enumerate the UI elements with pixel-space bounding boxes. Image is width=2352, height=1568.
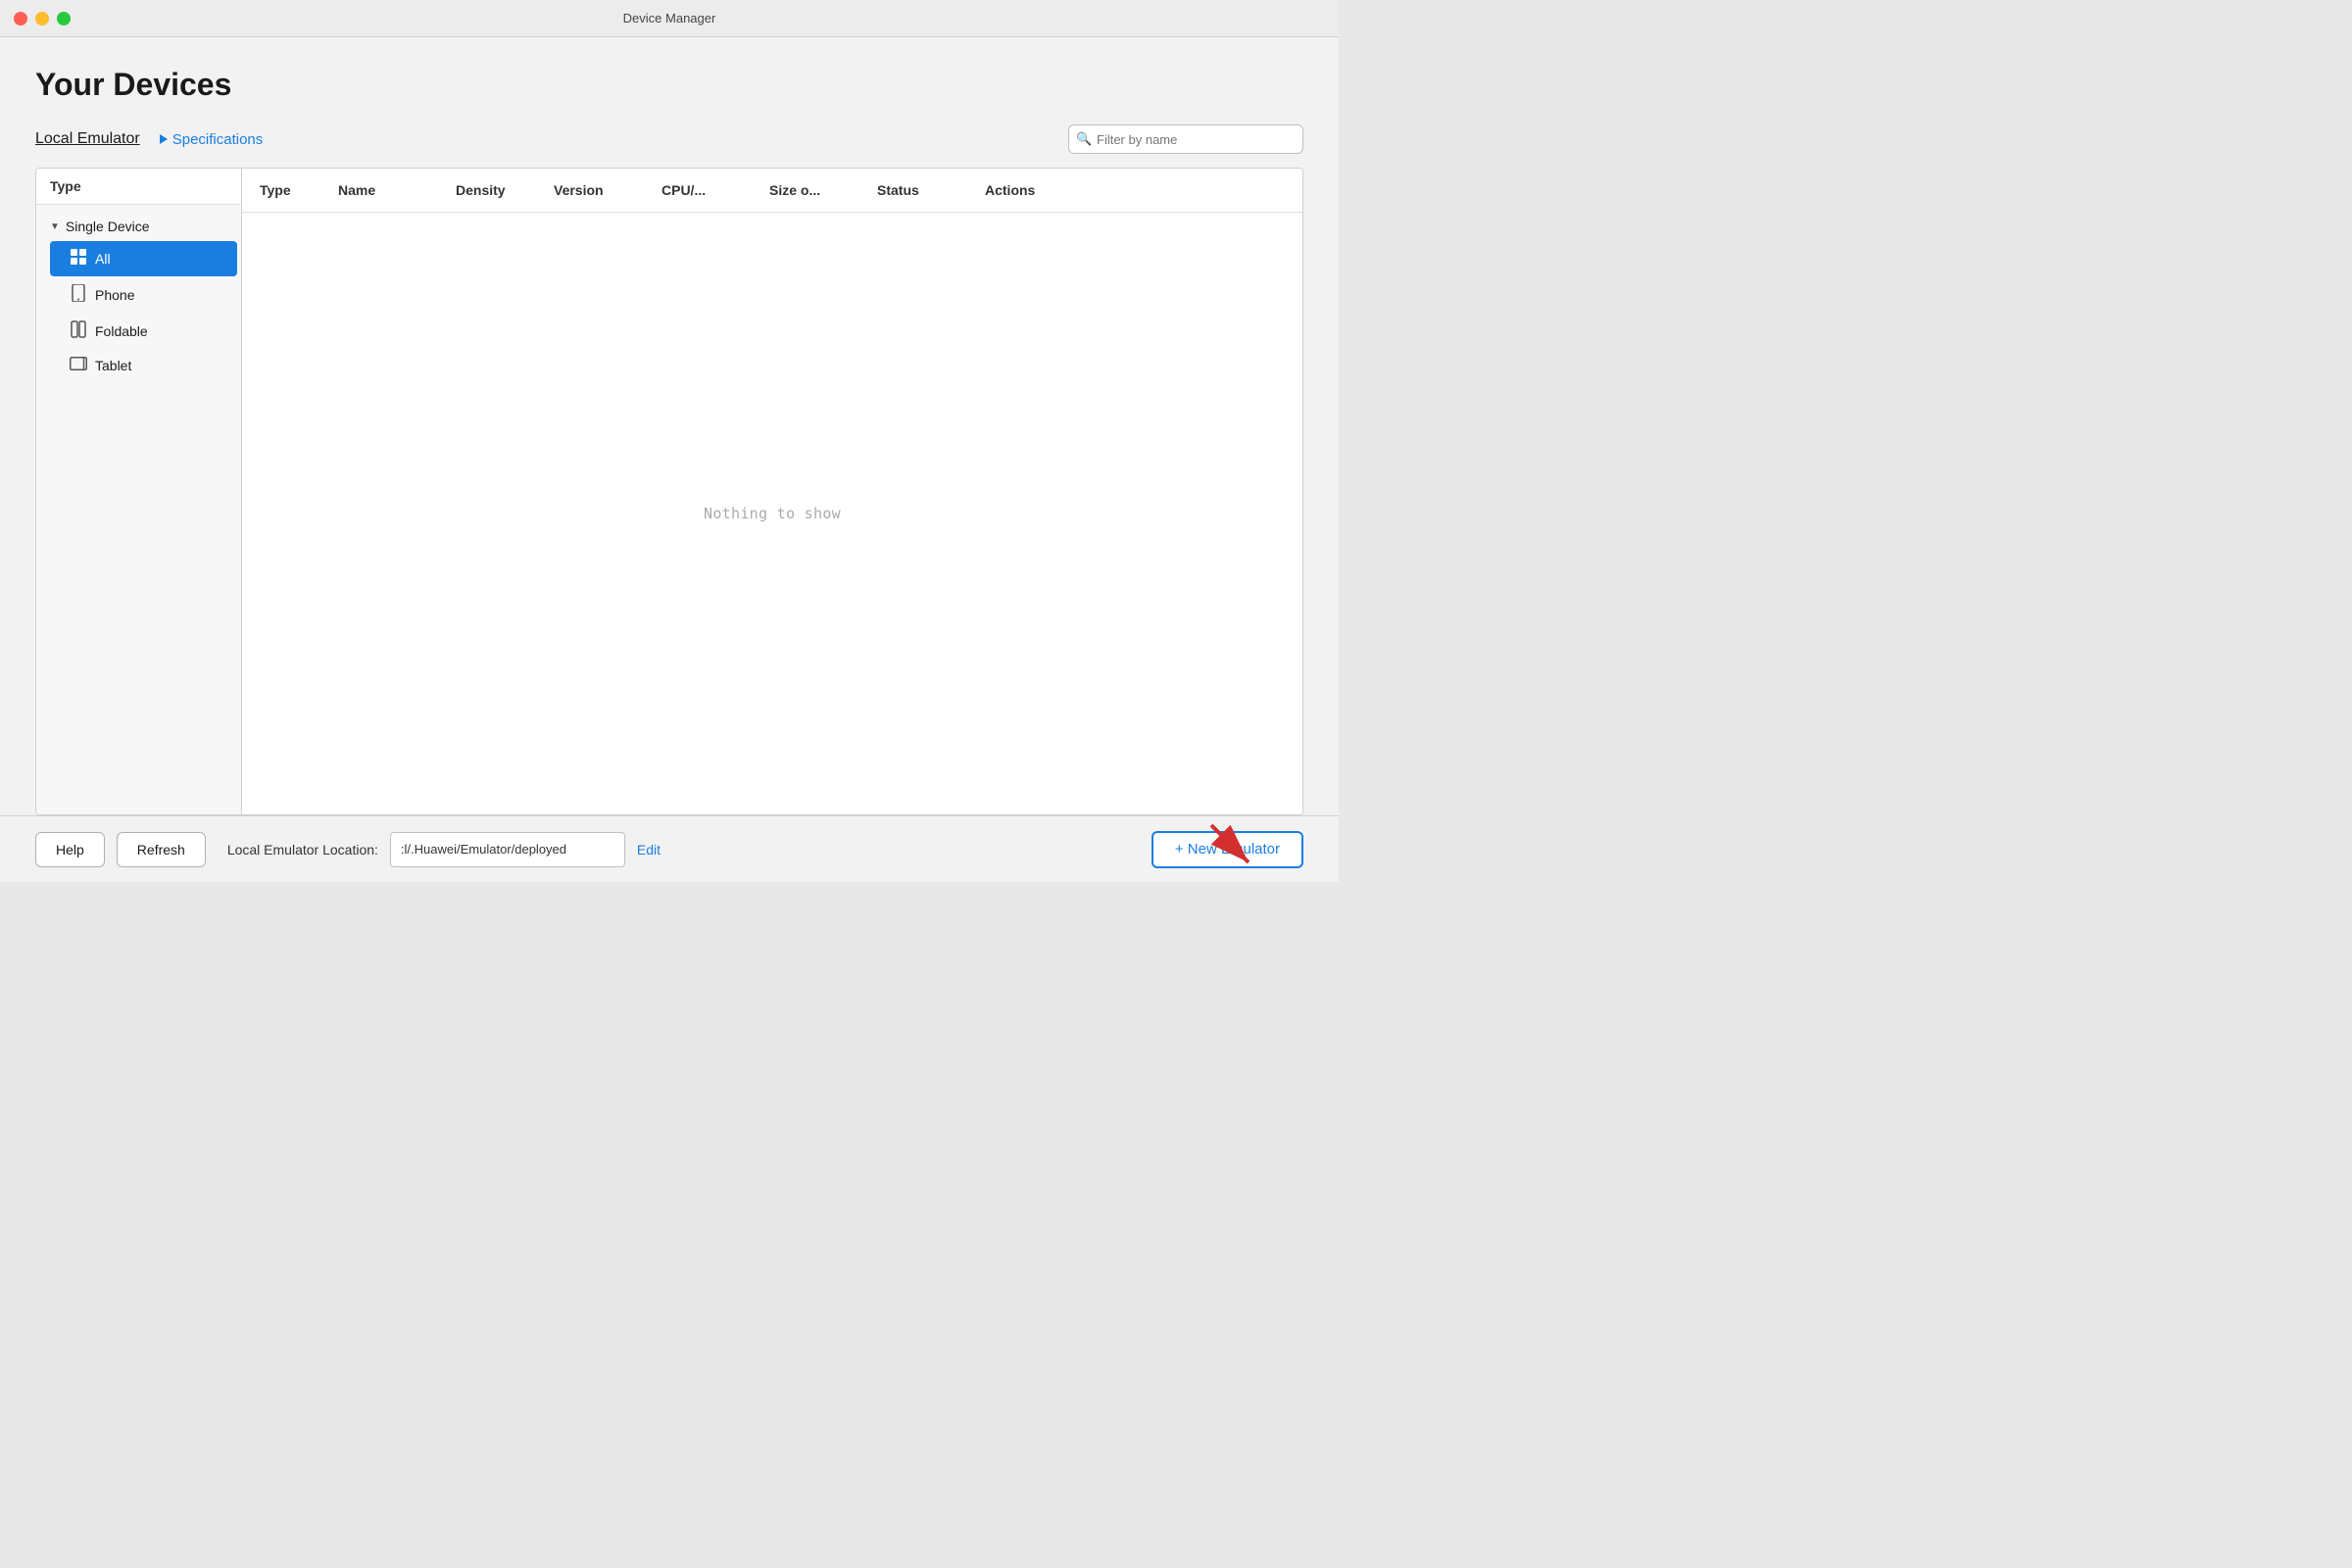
main-content: Your Devices Local Emulator Specificatio…: [0, 37, 1339, 815]
bottom-bar: Help Refresh Local Emulator Location: Ed…: [0, 815, 1339, 882]
specifications-link[interactable]: Specifications: [160, 131, 264, 148]
page-heading: Your Devices: [35, 67, 1303, 103]
edit-link[interactable]: Edit: [637, 842, 661, 858]
col-actions: Actions: [977, 169, 1095, 212]
caret-down-icon: ▼: [50, 221, 60, 232]
maximize-button[interactable]: [57, 12, 71, 25]
col-density: Density: [448, 169, 546, 212]
col-version: Version: [546, 169, 654, 212]
single-device-group: ▼ Single Device: [36, 213, 241, 381]
table-header: Type Name Density Version CPU/... Size o…: [242, 169, 1302, 213]
toolbar: Local Emulator Specifications 🔍: [35, 124, 1303, 154]
content-area: Type ▼ Single Device: [35, 168, 1303, 815]
all-label: All: [95, 251, 111, 267]
col-type: Type: [252, 169, 330, 212]
sidebar-item-tablet[interactable]: Tablet: [50, 350, 237, 381]
refresh-button[interactable]: Refresh: [117, 832, 206, 867]
all-icon: [70, 248, 87, 270]
left-panel-header: Type: [36, 169, 241, 205]
window-controls: [14, 12, 71, 25]
table-body: Nothing to show: [242, 213, 1302, 814]
location-label: Local Emulator Location:: [227, 842, 378, 858]
new-emulator-button[interactable]: + New Emulator: [1152, 831, 1303, 868]
single-device-label[interactable]: ▼ Single Device: [36, 213, 241, 240]
col-name: Name: [330, 169, 448, 212]
empty-message: Nothing to show: [704, 505, 841, 522]
close-button[interactable]: [14, 12, 27, 25]
phone-icon: [70, 284, 87, 306]
device-tree: ▼ Single Device: [36, 205, 241, 390]
tablet-label: Tablet: [95, 358, 131, 373]
spec-triangle-icon: [160, 134, 168, 144]
minimize-button[interactable]: [35, 12, 49, 25]
filter-wrap: 🔍: [1068, 124, 1303, 154]
location-input[interactable]: [390, 832, 625, 867]
col-cpu: CPU/...: [654, 169, 761, 212]
help-button[interactable]: Help: [35, 832, 105, 867]
sidebar-item-phone[interactable]: Phone: [50, 277, 237, 313]
local-emulator-link[interactable]: Local Emulator: [35, 130, 140, 148]
sidebar-item-foldable[interactable]: Foldable: [50, 314, 237, 349]
filter-input[interactable]: [1068, 124, 1303, 154]
window-title: Device Manager: [623, 11, 716, 25]
col-size: Size o...: [761, 169, 869, 212]
right-panel: Type Name Density Version CPU/... Size o…: [242, 169, 1302, 814]
col-status: Status: [869, 169, 977, 212]
foldable-icon: [70, 320, 87, 342]
titlebar: Device Manager: [0, 0, 1339, 37]
foldable-label: Foldable: [95, 323, 148, 339]
tablet-icon: [70, 357, 87, 374]
left-panel: Type ▼ Single Device: [36, 169, 242, 814]
phone-label: Phone: [95, 287, 134, 303]
sidebar-item-all[interactable]: All: [50, 241, 237, 276]
device-type-list: All Phone: [36, 241, 241, 381]
